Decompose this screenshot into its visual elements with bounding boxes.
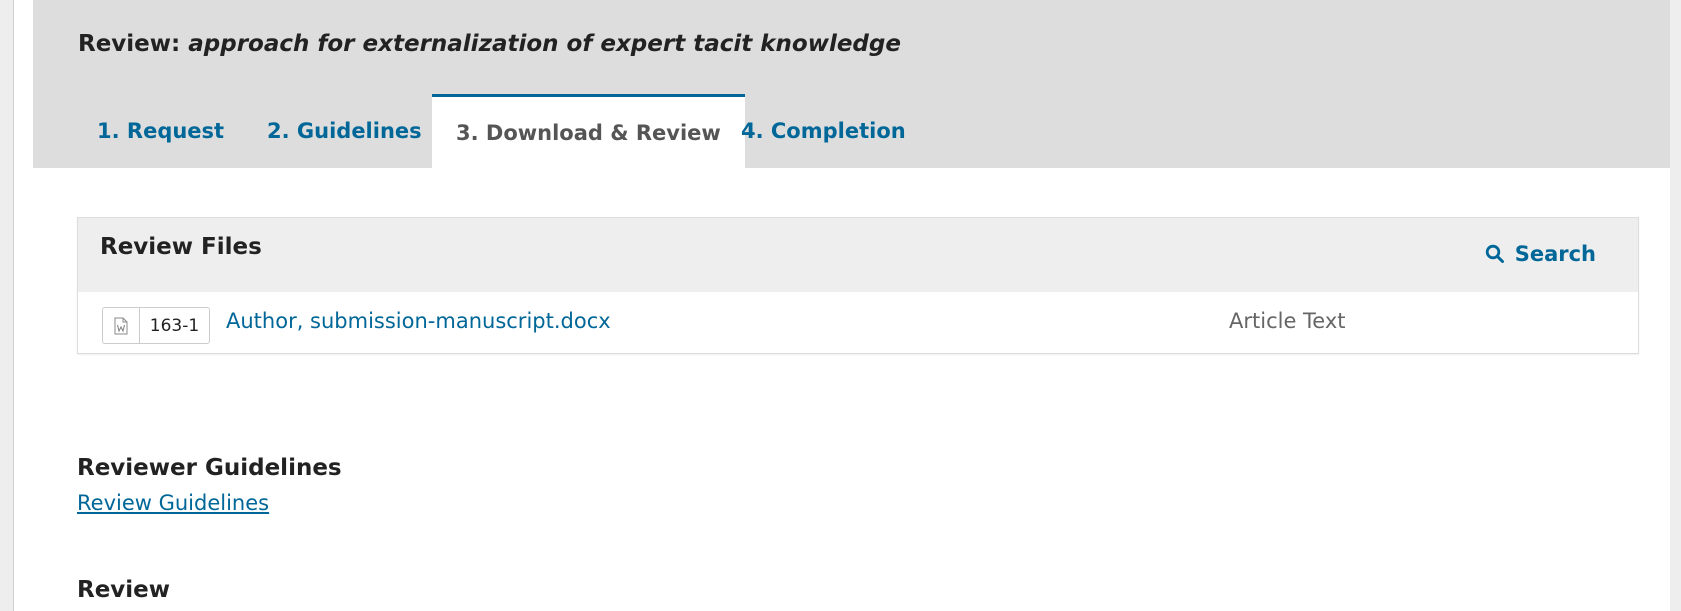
tab-guidelines[interactable]: 2. Guidelines <box>243 94 446 168</box>
reviewer-guidelines-heading: Reviewer Guidelines <box>77 455 342 481</box>
panel-header: Review: approach for externalization of … <box>33 0 1670 168</box>
page-title: Review: approach for externalization of … <box>78 31 901 57</box>
submission-title: approach for externalization of expert t… <box>188 31 901 57</box>
review-heading: Review <box>77 577 171 603</box>
right-gutter <box>1670 0 1681 611</box>
file-genre: Article Text <box>1229 309 1346 333</box>
search-button[interactable]: Search <box>1485 242 1596 266</box>
page-title-prefix: Review: <box>78 31 189 57</box>
review-guidelines-link[interactable]: Review Guidelines <box>77 491 269 515</box>
tab-download-review[interactable]: 3. Download & Review <box>432 94 745 168</box>
file-id-badge: 163-1 <box>139 307 210 344</box>
review-files-title: Review Files <box>100 234 262 260</box>
review-files-header: Review Files Search <box>78 218 1638 292</box>
left-gutter <box>0 0 13 611</box>
file-row: 163-1 Author, submission-manuscript.docx… <box>78 292 1638 355</box>
review-files-grid: Review Files Search 163-1 Author, submis… <box>77 217 1639 354</box>
tab-completion[interactable]: 4. Completion <box>717 94 930 168</box>
search-icon <box>1485 244 1505 264</box>
left-border <box>13 0 14 611</box>
tab-request[interactable]: 1. Request <box>73 94 248 168</box>
file-download-link[interactable]: Author, submission-manuscript.docx <box>226 309 611 333</box>
review-panel: Review: approach for externalization of … <box>33 0 1670 611</box>
search-button-label: Search <box>1514 242 1596 266</box>
word-document-icon <box>102 307 139 344</box>
